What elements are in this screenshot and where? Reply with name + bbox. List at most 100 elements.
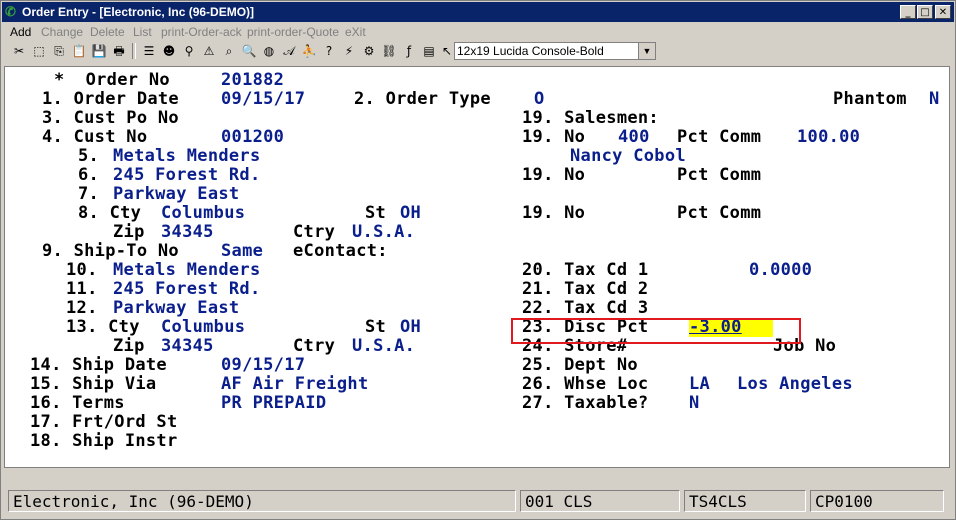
find-icon[interactable]: ⚲: [180, 42, 198, 60]
salesman1-pct-label: Pct Comm: [677, 127, 762, 147]
terms-value[interactable]: PR PREPAID: [221, 394, 326, 413]
function-icon[interactable]: ƒ: [400, 42, 418, 60]
minimize-button[interactable]: _: [900, 5, 916, 19]
ship-via-label: 15. Ship Via: [30, 374, 157, 394]
title-bar: ✆ Order Entry - [Electronic, Inc (96-DEM…: [2, 2, 954, 22]
bill-addr2-value[interactable]: Parkway East: [113, 185, 239, 204]
order-type-label: 2. Order Type: [354, 89, 491, 109]
globe-icon[interactable]: ◍: [260, 42, 278, 60]
menu-delete[interactable]: Delete: [90, 25, 125, 39]
ship-state-label: St: [365, 317, 387, 337]
salesman1-name: Nancy Cobol: [570, 146, 686, 166]
print-icon[interactable]: 🖶: [110, 42, 128, 60]
bill-name-label: 5.: [78, 146, 100, 166]
whse-name-value: Los Angeles: [737, 374, 853, 394]
terminal-screen: * Order No 201882 1. Order Date 09/15/17…: [4, 66, 950, 468]
whse-code-value[interactable]: LA: [689, 375, 710, 394]
status-program: CP0100: [810, 490, 944, 512]
taxable-label: 27. Taxable?: [522, 393, 649, 413]
cust-no-value[interactable]: 001200: [221, 128, 284, 147]
ship-city-value[interactable]: Columbus: [161, 318, 245, 337]
warning-icon[interactable]: ⚠: [200, 42, 218, 60]
salesman2-pct-label: Pct Comm: [677, 165, 762, 185]
font-icon[interactable]: 𝒜: [280, 42, 298, 60]
paste-icon[interactable]: 📋: [70, 42, 88, 60]
close-button[interactable]: ✕: [935, 5, 951, 19]
order-no-value[interactable]: 201882: [221, 71, 284, 90]
window-title: Order Entry - [Electronic, Inc (96-DEMO)…: [22, 5, 255, 19]
tax2-label: 21. Tax Cd 2: [522, 279, 649, 299]
save-icon[interactable]: 💾: [90, 42, 108, 60]
menu-print-quote[interactable]: print-order-Quote: [247, 25, 339, 39]
status-user: 001 CLS: [520, 490, 680, 512]
bill-country-value[interactable]: U.S.A.: [352, 223, 415, 242]
phantom-label: Phantom: [833, 89, 907, 109]
ship-addr2-label: 12.: [66, 298, 98, 318]
link-icon[interactable]: ⛓: [380, 42, 398, 60]
cust-po-label: 3. Cust Po No: [42, 108, 179, 128]
bill-state-label: St: [365, 203, 387, 223]
salesman1-no-value[interactable]: 400: [618, 128, 650, 147]
bill-addr1-label: 6.: [78, 165, 100, 185]
menu-add[interactable]: Add: [10, 25, 31, 39]
order-date-value[interactable]: 09/15/17: [221, 90, 305, 109]
taxable-value[interactable]: N: [689, 394, 700, 413]
ship-zip-label: Zip: [113, 336, 145, 356]
gear-icon[interactable]: ⚙: [360, 42, 378, 60]
salesman2-no-label: 19. No: [522, 165, 586, 185]
bill-state-value[interactable]: OH: [400, 204, 421, 223]
menu-list[interactable]: List: [133, 25, 152, 39]
lightning-icon[interactable]: ⚡: [340, 42, 358, 60]
bill-name-value[interactable]: Metals Menders: [113, 147, 261, 166]
highlight-box: [511, 318, 801, 344]
salesman3-pct-label: Pct Comm: [677, 203, 762, 223]
menu-bar: Add Change Delete List print-Order-ack p…: [2, 23, 954, 41]
app-icon: ✆: [5, 4, 16, 19]
order-no-label: * Order No: [54, 70, 170, 90]
restore-button[interactable]: □: [917, 5, 933, 19]
select-icon[interactable]: ⬚: [30, 42, 48, 60]
bill-addr2-label: 7.: [78, 184, 100, 204]
ship-zip-value[interactable]: 34345: [161, 337, 214, 356]
book-icon[interactable]: ▤: [420, 42, 438, 60]
salesman1-no-label: 19. No: [522, 127, 586, 147]
ship-addr1-label: 11.: [66, 279, 98, 299]
menu-print-ack[interactable]: print-Order-ack: [161, 25, 242, 39]
bill-zip-value[interactable]: 34345: [161, 223, 214, 242]
shipto-value[interactable]: Same: [221, 242, 263, 261]
notes-icon[interactable]: ☰: [140, 42, 158, 60]
copy-icon[interactable]: ⎘: [50, 42, 68, 60]
ship-country-label: Ctry: [293, 336, 336, 356]
bill-city-label: 8. Cty: [78, 203, 142, 223]
user-icon[interactable]: ☻: [160, 42, 178, 60]
order-date-label: 1. Order Date: [42, 89, 179, 109]
question-icon[interactable]: ?: [320, 42, 338, 60]
font-select[interactable]: 12x19 Lucida Console-Bold ▼: [454, 42, 656, 60]
ship-addr2-value[interactable]: Parkway East: [113, 299, 239, 318]
dept-no-label: 25. Dept No: [522, 355, 638, 375]
ship-date-value[interactable]: 09/15/17: [221, 356, 305, 375]
menu-change[interactable]: Change: [41, 25, 83, 39]
chevron-down-icon[interactable]: ▼: [638, 43, 655, 59]
ship-name-value[interactable]: Metals Menders: [113, 261, 261, 280]
ship-state-value[interactable]: OH: [400, 318, 421, 337]
order-type-value[interactable]: O: [534, 90, 545, 109]
cut-icon[interactable]: ✂: [10, 42, 28, 60]
salesmen-label: 19. Salesmen:: [522, 108, 659, 128]
frt-ord-label: 17. Frt/Ord St: [30, 412, 178, 432]
tax1-rate[interactable]: 0.0000: [749, 261, 812, 280]
bill-addr1-value[interactable]: 245 Forest Rd.: [113, 166, 261, 185]
phantom-value[interactable]: N: [929, 90, 940, 109]
bill-city-value[interactable]: Columbus: [161, 204, 245, 223]
person-icon[interactable]: ⛹: [300, 42, 318, 60]
ship-via-value[interactable]: AF Air Freight: [221, 375, 369, 394]
ship-addr1-value[interactable]: 245 Forest Rd.: [113, 280, 261, 299]
cust-no-label: 4. Cust No: [42, 127, 148, 147]
zoom-icon[interactable]: 🔍: [240, 42, 258, 60]
menu-exit[interactable]: eXit: [345, 25, 366, 39]
font-select-value: 12x19 Lucida Console-Bold: [457, 44, 604, 58]
ship-country-value[interactable]: U.S.A.: [352, 337, 415, 356]
toolbar: ✂ ⬚ ⎘ 📋 💾 🖶 ☰ ☻ ⚲ ⚠ ⌕ 🔍 ◍ 𝒜 ⛹ ? ⚡ ⚙ ⛓ ƒ …: [2, 41, 954, 63]
salesman1-pct-value[interactable]: 100.00: [797, 128, 860, 147]
binoculars-icon[interactable]: ⌕: [220, 42, 238, 60]
